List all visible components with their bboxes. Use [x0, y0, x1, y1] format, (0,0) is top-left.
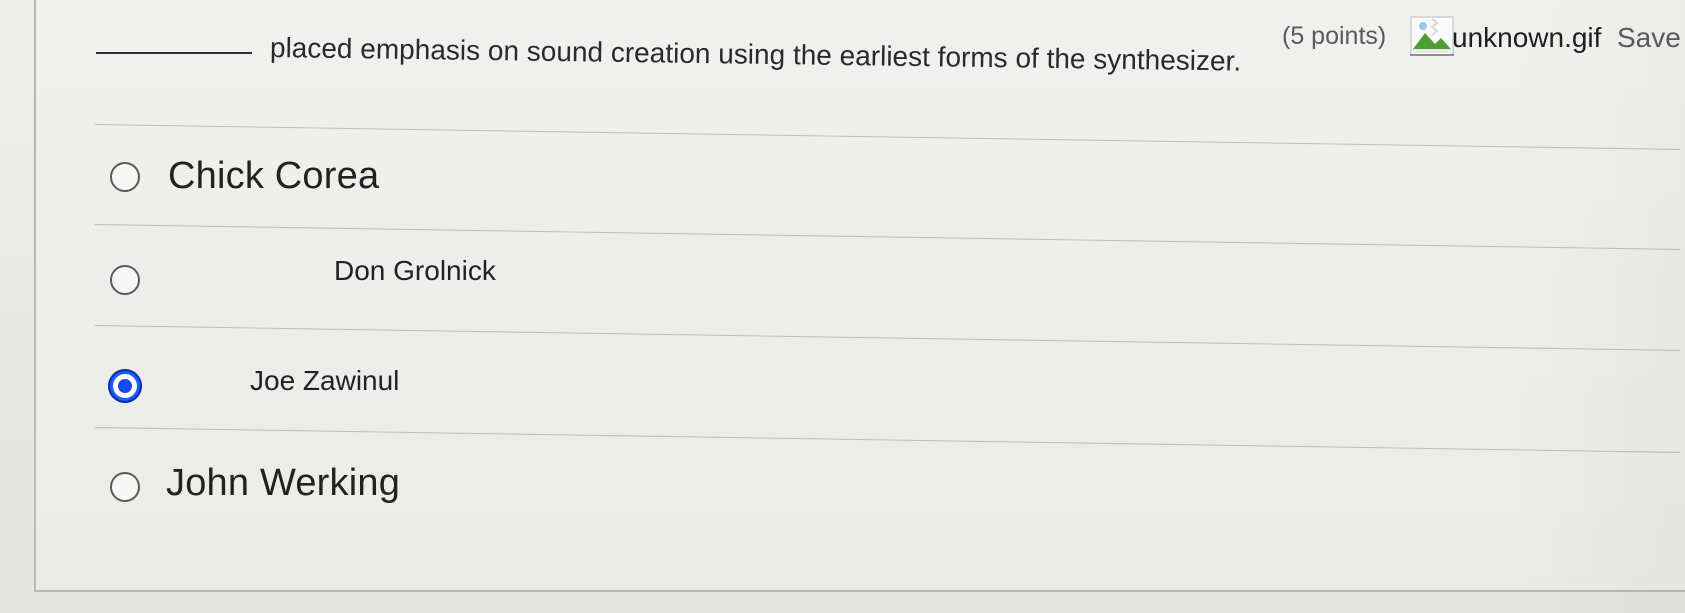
selected-dot-icon: [118, 379, 132, 393]
radio-button[interactable]: [110, 162, 140, 192]
screen: (5 points) unknown.gif Save placed empha…: [0, 0, 1685, 613]
option-label: Chick Corea: [168, 155, 380, 197]
save-link[interactable]: Save: [1617, 22, 1681, 54]
radio-button[interactable]: [110, 265, 140, 295]
option-label: John Werking: [166, 462, 401, 504]
answer-blank: [96, 52, 252, 54]
broken-image-icon: [1410, 16, 1454, 56]
option-label: Don Grolnick: [334, 255, 496, 286]
option-label: Joe Zawinul: [250, 365, 400, 396]
image-filename: unknown.gif: [1452, 22, 1602, 53]
radio-button-selected[interactable]: [110, 371, 140, 401]
radio-button[interactable]: [110, 472, 140, 502]
